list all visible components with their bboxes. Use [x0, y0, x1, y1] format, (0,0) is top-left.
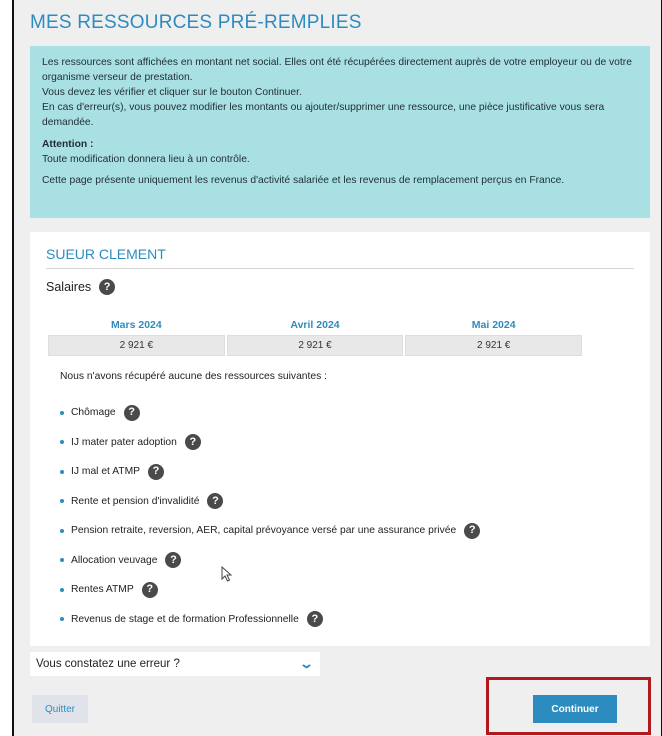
resource-label: Rente et pension d'invalidité: [71, 495, 200, 507]
resource-label: Pension retraite, reversion, AER, capita…: [71, 525, 457, 537]
list-item: Rente et pension d'invalidité ?: [60, 487, 480, 517]
help-icon[interactable]: ?: [141, 581, 158, 598]
resources-card: SUEUR CLEMENT Salaires ? Mars 2024 2 921…: [30, 232, 650, 646]
mouse-cursor-icon: [221, 566, 233, 582]
list-item: Revenus de stage et de formation Profess…: [60, 605, 480, 635]
error-accordion-label: Vous constatez une erreur ?: [36, 658, 180, 670]
salaries-section-title: Salaires ?: [46, 279, 116, 295]
info-line-1: Les ressources sont affichées en montant…: [42, 57, 632, 83]
error-accordion[interactable]: Vous constatez une erreur ? ⌄: [30, 652, 320, 676]
list-item: IJ mal et ATMP ?: [60, 457, 480, 487]
resource-label: Rentes ATMP: [71, 584, 134, 596]
help-icon[interactable]: ?: [464, 522, 481, 539]
divider: [46, 268, 634, 269]
month-label: Avril 2024: [290, 319, 340, 331]
info-box: Les ressources sont affichées en montant…: [30, 46, 650, 218]
resource-label: IJ mater pater adoption: [71, 436, 177, 448]
help-icon[interactable]: ?: [184, 434, 201, 451]
info-line-2: Vous devez les vérifier et cliquer sur l…: [42, 86, 302, 98]
list-item: Pension retraite, reversion, AER, capita…: [60, 516, 481, 546]
quit-button[interactable]: Quitter: [32, 695, 88, 723]
bullet-icon: [60, 528, 64, 533]
month-label: Mars 2024: [110, 319, 162, 331]
chevron-down-icon: ⌄: [298, 656, 315, 671]
resource-label: Allocation veuvage: [71, 554, 158, 566]
bullet-icon: [60, 499, 64, 504]
list-item: IJ mater pater adoption ?: [60, 428, 480, 458]
resource-label: Revenus de stage et de formation Profess…: [71, 613, 299, 625]
info-line-3: En cas d'erreur(s), vous pouvez modifier…: [42, 101, 605, 128]
month-column: Avril 2024 2 921 €: [226, 319, 404, 356]
salaries-label: Salaires: [46, 280, 92, 294]
resource-label: IJ mal et ATMP: [71, 466, 141, 478]
list-item: Allocation veuvage ?: [60, 546, 480, 576]
scope-text: Cette page présente uniquement les reven…: [42, 175, 565, 187]
bullet-icon: [60, 617, 64, 622]
page-title: MES RESSOURCES PRÉ-REMPLIES: [30, 12, 362, 33]
resource-label: Chômage: [71, 407, 116, 419]
attention-label: Attention :: [42, 138, 94, 150]
attention-text: Toute modification donnera lieu à un con…: [42, 153, 250, 165]
continue-button[interactable]: Continuer: [533, 695, 617, 723]
month-label: Mai 2024: [471, 319, 516, 331]
help-icon[interactable]: ?: [123, 404, 140, 421]
bullet-icon: [60, 587, 64, 592]
help-icon[interactable]: ?: [99, 279, 116, 295]
page-frame: MES RESSOURCES PRÉ-REMPLIES Les ressourc…: [12, 0, 662, 736]
list-item: Rentes ATMP ?: [60, 575, 480, 605]
missing-resources-list: Chômage ? IJ mater pater adoption ? IJ m…: [60, 398, 481, 635]
bullet-icon: [60, 440, 64, 445]
month-value: 2 921 €: [226, 335, 404, 356]
help-icon[interactable]: ?: [306, 611, 323, 628]
month-value: 2 921 €: [405, 335, 583, 356]
person-name: SUEUR CLEMENT: [46, 246, 166, 262]
help-icon[interactable]: ?: [207, 493, 224, 510]
help-icon[interactable]: ?: [148, 463, 165, 480]
bullet-icon: [60, 410, 64, 415]
help-icon[interactable]: ?: [165, 552, 182, 569]
bullet-icon: [60, 469, 64, 474]
bullet-icon: [60, 558, 64, 563]
month-column: Mars 2024 2 921 €: [48, 319, 225, 356]
month-value: 2 921 €: [48, 335, 225, 356]
salary-months: Mars 2024 2 921 € Avril 2024 2 921 € Mai…: [48, 319, 584, 356]
missing-resources-intro: Nous n'avons récupéré aucune des ressour…: [60, 371, 327, 382]
list-item: Chômage ?: [60, 398, 480, 428]
month-column: Mai 2024 2 921 €: [405, 319, 583, 356]
